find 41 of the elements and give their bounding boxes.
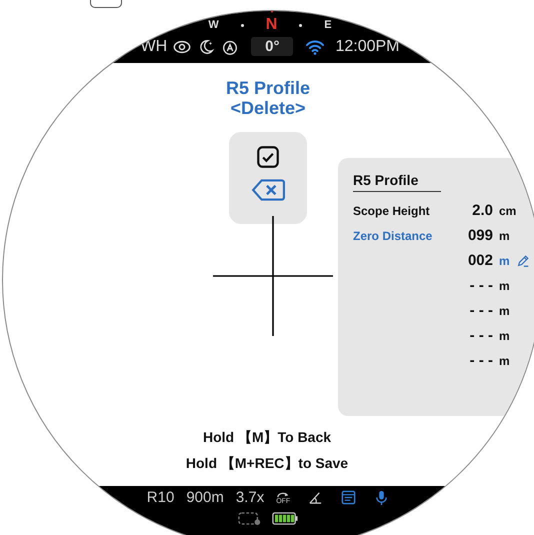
battery-icon <box>272 512 298 525</box>
status-reading: R10 <box>146 489 174 506</box>
status-reading: 3.7x <box>236 489 264 506</box>
compass-dot-icon <box>240 24 244 26</box>
clock-time: 12:00PM <box>335 38 400 56</box>
unit-label: m <box>499 278 510 292</box>
backspace-icon[interactable] <box>251 178 285 202</box>
setting-value: 002 <box>466 252 493 269</box>
compass-dot-icon <box>299 24 302 26</box>
hint-text: Hold 【M+REC】to Save <box>186 455 348 473</box>
setting-value: - - - <box>468 327 493 344</box>
setting-value: - - - <box>468 302 493 319</box>
profile-title: R5 Profile <box>226 78 310 98</box>
unit-label: m <box>499 354 510 368</box>
angle-reading: 0° <box>251 37 294 56</box>
setting-label: Zero Distance <box>353 228 434 242</box>
unit-label: m <box>499 328 510 342</box>
setting-label: Scope Height <box>353 204 431 218</box>
checkbox-icon[interactable] <box>255 144 281 170</box>
status-reading: 900m <box>186 489 224 506</box>
panel-title: R5 Profile <box>353 172 441 192</box>
pencil-icon <box>516 254 530 268</box>
moon-icon <box>197 38 216 56</box>
setting-value: 2.0 <box>471 202 493 219</box>
setting-value: 099 <box>466 227 493 244</box>
unit-label: m <box>499 254 510 268</box>
setting-value: - - - <box>468 352 493 369</box>
unit-label: cm <box>499 204 516 218</box>
compass-direction: N <box>266 16 278 34</box>
setting-value: - - - <box>468 277 493 294</box>
unit-label: m <box>499 228 510 242</box>
compass-direction: W <box>208 19 219 31</box>
wifi-icon <box>305 38 326 54</box>
hint-text: Hold 【M】To Back <box>202 429 332 447</box>
card-icon <box>341 490 356 505</box>
compass-direction: E <box>324 19 332 31</box>
recording-icon <box>238 511 262 526</box>
microphone-icon <box>374 490 390 505</box>
action-title: <Delete> <box>230 98 306 118</box>
angle-icon <box>308 490 324 505</box>
unit-label: m <box>499 304 510 318</box>
